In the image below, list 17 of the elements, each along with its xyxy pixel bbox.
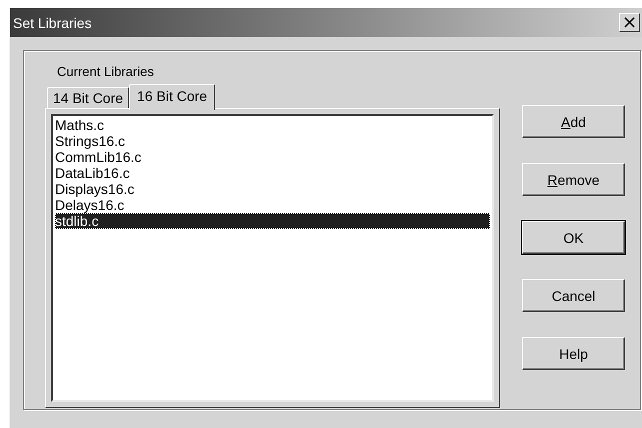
list-item[interactable]: Strings16.c <box>55 133 490 149</box>
list-item[interactable]: Delays16.c <box>55 197 490 213</box>
dialog-button[interactable]: OK <box>522 221 625 254</box>
list-item[interactable]: stdlib.c <box>55 213 490 229</box>
list-item[interactable]: Maths.c <box>55 117 490 133</box>
tab[interactable]: 14 Bit Core <box>47 87 130 108</box>
list-item[interactable]: CommLib16.c <box>55 149 490 165</box>
group-label: Current Libraries <box>57 64 155 81</box>
tab[interactable]: 16 Bit Core <box>129 84 216 110</box>
window-title: Set Libraries <box>13 14 92 30</box>
dialog-button[interactable]: Cancel <box>522 279 625 312</box>
list-item[interactable]: Displays16.c <box>55 181 490 197</box>
close-button[interactable]: × <box>619 13 640 32</box>
dialog-button[interactable]: Remove <box>522 163 625 196</box>
dialog-button[interactable]: Add <box>522 105 625 138</box>
dialog-button[interactable]: Help <box>522 337 625 370</box>
list-item[interactable]: DataLib16.c <box>55 165 490 181</box>
